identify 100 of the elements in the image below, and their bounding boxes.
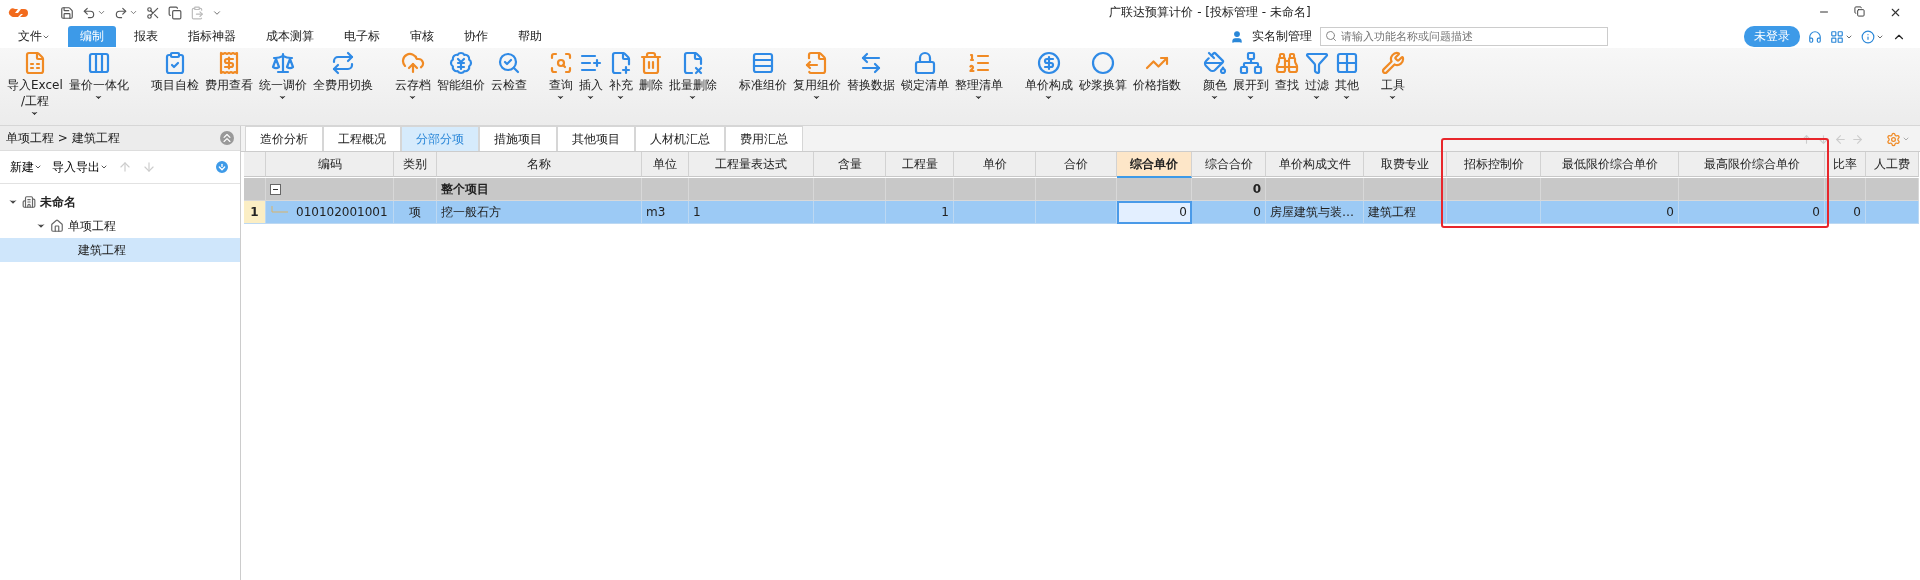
settings-icon[interactable] bbox=[1886, 131, 1901, 147]
column-header[interactable]: 单价 bbox=[954, 152, 1036, 177]
toolbar-button[interactable]: 批量删除 bbox=[665, 51, 720, 102]
toolbar-button[interactable]: 全费用切换 bbox=[309, 51, 376, 102]
column-header[interactable]: 最低限价综合单价 bbox=[1541, 152, 1679, 177]
paste-icon[interactable] bbox=[190, 5, 204, 20]
toolbar-button[interactable]: 复用组价 bbox=[789, 51, 844, 102]
toolbar-button[interactable]: 插入 bbox=[575, 51, 606, 102]
toolbar-button[interactable]: 云存档 bbox=[391, 51, 434, 102]
caret-icon bbox=[30, 109, 40, 118]
headset-icon[interactable] bbox=[1808, 29, 1822, 44]
column-header[interactable]: 最高限价综合单价 bbox=[1679, 152, 1825, 177]
toolbar-button[interactable]: 砂浆换算 bbox=[1075, 51, 1130, 102]
toolbar-button[interactable]: 单价构成 bbox=[1021, 51, 1076, 102]
close-icon[interactable] bbox=[1889, 6, 1902, 19]
toolbar-button[interactable]: 删除 bbox=[635, 51, 666, 102]
toolbar-button[interactable]: 导入Excel /工程 bbox=[4, 51, 66, 118]
collapse-icon[interactable] bbox=[270, 183, 281, 195]
column-header[interactable]: 工程量 bbox=[886, 152, 954, 177]
collapse-panel-icon[interactable] bbox=[220, 131, 234, 145]
toolbar-button[interactable]: 展开到 bbox=[1229, 51, 1272, 102]
caret-icon[interactable] bbox=[129, 8, 138, 17]
menu-tab[interactable]: 成本测算 bbox=[254, 26, 326, 47]
expand-arrow-icon[interactable] bbox=[36, 221, 46, 231]
menu-tab[interactable]: 协作 bbox=[452, 26, 500, 47]
toolbar-button[interactable]: 颜色 bbox=[1199, 51, 1230, 102]
toolbar-button[interactable]: 项目自检 bbox=[147, 51, 202, 102]
column-header[interactable]: 编码 bbox=[266, 152, 394, 177]
info-icon[interactable] bbox=[1861, 29, 1875, 44]
save-icon[interactable] bbox=[60, 5, 74, 20]
menu-tab[interactable]: 电子标 bbox=[332, 26, 392, 47]
menu-tab[interactable]: 审核 bbox=[398, 26, 446, 47]
column-header[interactable]: 取费专业 bbox=[1364, 152, 1447, 177]
restore-icon[interactable] bbox=[1854, 6, 1865, 17]
toolbar-button[interactable]: 导入导出 bbox=[52, 158, 108, 176]
expand-arrow-icon[interactable] bbox=[8, 197, 18, 207]
column-header[interactable]: 工程量表达式 bbox=[689, 152, 814, 177]
column-header[interactable]: 比率 bbox=[1825, 152, 1866, 177]
toolbar-button[interactable]: 替换数据 bbox=[843, 51, 898, 102]
real-name-link[interactable]: 实名制管理 bbox=[1252, 28, 1312, 45]
toolbar-button[interactable]: 量价一体化 bbox=[65, 51, 132, 118]
apps-icon[interactable] bbox=[1830, 29, 1844, 44]
toolbar-button[interactable]: 统一调价 bbox=[255, 51, 310, 102]
column-header[interactable]: 综合合价 bbox=[1192, 152, 1266, 177]
toolbar-button[interactable]: 过滤 bbox=[1301, 51, 1332, 102]
repeat-icon bbox=[330, 51, 355, 75]
tab[interactable]: 造价分析 bbox=[245, 126, 323, 151]
menu-tab[interactable]: 报表 bbox=[122, 26, 170, 47]
toolbar-button[interactable]: 云检查 bbox=[487, 51, 530, 102]
toolbar-button[interactable]: 锁定清单 bbox=[897, 51, 952, 102]
toolbar-button[interactable]: 智能组价 bbox=[433, 51, 488, 102]
redo-icon[interactable] bbox=[114, 5, 128, 20]
undo-icon[interactable] bbox=[82, 5, 96, 20]
caret-icon bbox=[1342, 93, 1352, 102]
caret-icon bbox=[812, 93, 822, 102]
table-cell: m3 bbox=[642, 201, 689, 224]
tab[interactable]: 工程概况 bbox=[323, 126, 401, 151]
coin-icon bbox=[448, 51, 473, 75]
toolbar-button[interactable]: 整理清单 bbox=[951, 51, 1006, 102]
toolbar-button[interactable]: 查找 bbox=[1271, 51, 1302, 102]
toolbar-button[interactable]: 工具 bbox=[1377, 51, 1408, 102]
toolbar-button[interactable]: 补充 bbox=[605, 51, 636, 102]
column-header[interactable]: 招标控制价 bbox=[1447, 152, 1541, 177]
tab[interactable]: 措施项目 bbox=[479, 126, 557, 151]
toolbar-button[interactable]: 其他 bbox=[1331, 51, 1362, 102]
column-header[interactable]: 单价构成文件 bbox=[1266, 152, 1364, 177]
building-icon bbox=[22, 195, 36, 209]
search-field[interactable]: 请输入功能名称或问题描述 bbox=[1320, 27, 1608, 46]
copy-icon[interactable] bbox=[168, 5, 182, 20]
column-header[interactable]: 名称 bbox=[437, 152, 642, 177]
tab[interactable]: 其他项目 bbox=[557, 126, 635, 151]
network-icon bbox=[1238, 51, 1263, 75]
toolbar-button[interactable]: 查询 bbox=[545, 51, 576, 102]
column-header[interactable]: 合价 bbox=[1036, 152, 1117, 177]
toolbar-button[interactable]: 新建 bbox=[10, 158, 42, 176]
column-header[interactable]: 综合单价 bbox=[1117, 152, 1192, 178]
toolbar-button[interactable]: 标准组价 bbox=[735, 51, 790, 102]
menu-tab[interactable]: 指标神器 bbox=[176, 26, 248, 47]
table-cell: 建筑工程 bbox=[1364, 201, 1447, 224]
table-cell: 0 bbox=[1825, 201, 1866, 224]
toolbar-button[interactable]: 价格指数 bbox=[1129, 51, 1184, 102]
menu-tab[interactable]: 文件 bbox=[6, 26, 62, 47]
menu-tab[interactable]: 帮助 bbox=[506, 26, 554, 47]
caret-icon bbox=[1312, 93, 1322, 102]
column-header[interactable]: 类别 bbox=[394, 152, 437, 177]
tree-item[interactable]: 未命名 bbox=[0, 190, 240, 214]
cut-icon[interactable] bbox=[146, 5, 160, 20]
toolbar-button[interactable]: 费用查看 bbox=[201, 51, 256, 102]
column-header[interactable]: 含量 bbox=[814, 152, 886, 177]
caret-icon[interactable] bbox=[97, 8, 106, 17]
tree-item[interactable]: 建筑工程 bbox=[0, 238, 240, 262]
person-icon bbox=[1230, 29, 1244, 44]
column-header[interactable]: 人工费 bbox=[1866, 152, 1919, 177]
columns-icon bbox=[86, 51, 111, 75]
dollar-circle-icon bbox=[1036, 51, 1061, 75]
tree-item[interactable]: 单项工程 bbox=[0, 214, 240, 238]
tab[interactable]: 人材机汇总 bbox=[635, 126, 725, 151]
column-header[interactable]: 单位 bbox=[642, 152, 689, 177]
tab[interactable]: 费用汇总 bbox=[725, 126, 803, 151]
download-icon[interactable] bbox=[214, 159, 230, 175]
